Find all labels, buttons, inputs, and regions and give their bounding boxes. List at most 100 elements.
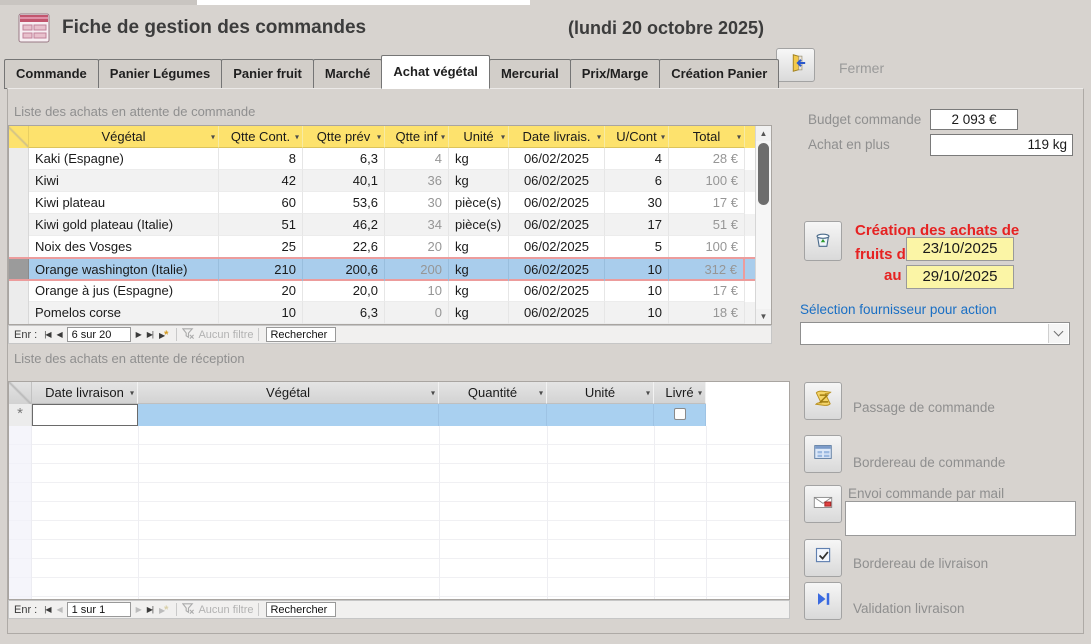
orders-cell[interactable]: 51 [219, 214, 303, 236]
tab-création-panier[interactable]: Création Panier [659, 59, 779, 89]
new-record-button[interactable]: ▶* [156, 604, 171, 616]
orders-column-header[interactable]: Qtte prév▾ [303, 126, 385, 148]
orders-cell[interactable]: 100 € [669, 170, 745, 192]
orders-cell[interactable]: 20 [219, 280, 303, 302]
orders-column-header[interactable]: Unité▾ [449, 126, 509, 148]
column-dropdown-arrow-icon[interactable]: ▾ [597, 132, 601, 141]
combobox-dropdown-button[interactable] [1048, 324, 1068, 343]
order-slip-button[interactable] [804, 435, 842, 473]
unite-cell[interactable] [547, 404, 654, 426]
record-position[interactable]: 1 sur 1 [67, 602, 131, 617]
first-record-button[interactable]: |◀ [41, 330, 53, 339]
orders-cell[interactable]: 06/02/2025 [509, 148, 605, 170]
orders-cell[interactable]: 5 [605, 236, 669, 258]
create-purchases-button[interactable] [804, 221, 842, 261]
orders-cell[interactable]: 06/02/2025 [509, 259, 605, 281]
orders-cell[interactable]: 6 [605, 170, 669, 192]
orders-cell[interactable]: 20,0 [303, 280, 385, 302]
row-selector[interactable] [9, 192, 29, 214]
new-record-button[interactable]: ▶* [156, 329, 171, 341]
next-record-button[interactable]: ▶ [133, 330, 144, 339]
orders-cell[interactable]: 200,6 [303, 259, 385, 281]
row-selector[interactable] [9, 236, 29, 258]
orders-cell[interactable]: 8 [219, 148, 303, 170]
row-selector[interactable] [9, 280, 29, 302]
orders-cell[interactable]: 17 € [669, 280, 745, 302]
orders-cell[interactable]: Noix des Vosges [29, 236, 219, 258]
last-record-button[interactable]: ▶| [144, 330, 156, 339]
orders-cell[interactable]: 42 [219, 170, 303, 192]
orders-cell[interactable]: 17 € [669, 192, 745, 214]
tab-commande[interactable]: Commande [4, 59, 99, 89]
orders-cell[interactable]: 18 € [669, 302, 745, 324]
orders-cell[interactable]: 06/02/2025 [509, 302, 605, 324]
orders-cell[interactable]: 6,3 [303, 148, 385, 170]
orders-cell[interactable]: 10 [605, 302, 669, 324]
last-record-button[interactable]: ▶| [144, 605, 156, 614]
extra-purchase-field[interactable]: 119 kg [930, 134, 1073, 156]
column-dropdown-arrow-icon[interactable]: ▾ [501, 132, 505, 141]
orders-cell[interactable]: 6,3 [303, 302, 385, 324]
orders-cell[interactable]: pièce(s) [449, 192, 509, 214]
orders-cell[interactable]: 210 [219, 259, 303, 281]
orders-cell[interactable]: 10 [385, 280, 449, 302]
orders-cell[interactable]: 10 [605, 280, 669, 302]
orders-row[interactable]: Pomelos corse106,30kg06/02/20251018 € [9, 302, 755, 324]
record-position[interactable]: 6 sur 20 [67, 327, 131, 342]
orders-cell[interactable]: Pomelos corse [29, 302, 219, 324]
tab-achat-végétal[interactable]: Achat végétal [381, 55, 490, 89]
orders-cell[interactable]: kg [449, 148, 509, 170]
orders-cell[interactable]: 30 [385, 192, 449, 214]
orders-column-header[interactable]: Qtte Cont.▾ [219, 126, 303, 148]
reception-new-row[interactable]: * [9, 404, 706, 426]
reception-column-header[interactable]: Quantité▾ [439, 382, 547, 404]
orders-cell[interactable]: kg [449, 236, 509, 258]
orders-row[interactable]: Orange à jus (Espagne)2020,010kg06/02/20… [9, 280, 755, 302]
delivery-validation-button[interactable] [804, 582, 842, 620]
previous-record-button[interactable]: ◀ [53, 330, 64, 339]
reception-column-header[interactable]: Date livraison▾ [32, 382, 138, 404]
column-dropdown-arrow-icon[interactable]: ▾ [295, 132, 299, 141]
orders-cell[interactable]: 51 € [669, 214, 745, 236]
orders-row[interactable]: Kiwi4240,136kg06/02/20256100 € [9, 170, 755, 192]
orders-column-header[interactable]: Total▾ [669, 126, 745, 148]
column-dropdown-arrow-icon[interactable]: ▾ [441, 132, 445, 141]
orders-cell[interactable]: Kiwi gold plateau (Italie) [29, 214, 219, 236]
date-to-field[interactable]: 29/10/2025 [906, 265, 1014, 289]
orders-cell[interactable]: 06/02/2025 [509, 170, 605, 192]
orders-cell[interactable]: Orange washington (Italie) [29, 259, 219, 281]
scroll-thumb[interactable] [758, 143, 769, 205]
orders-cell[interactable]: 06/02/2025 [509, 236, 605, 258]
orders-cell[interactable]: 22,6 [303, 236, 385, 258]
reception-column-header[interactable]: Végétal▾ [138, 382, 439, 404]
record-search-input[interactable] [266, 327, 336, 342]
supplier-combobox[interactable] [800, 322, 1070, 345]
orders-column-header[interactable]: Date livrais.▾ [509, 126, 605, 148]
column-dropdown-arrow-icon[interactable]: ▾ [737, 132, 741, 141]
orders-cell[interactable]: 28 € [669, 148, 745, 170]
orders-cell[interactable]: 06/02/2025 [509, 192, 605, 214]
orders-cell[interactable]: kg [449, 280, 509, 302]
orders-cell[interactable]: Kaki (Espagne) [29, 148, 219, 170]
orders-cell[interactable]: 0 [385, 302, 449, 324]
column-dropdown-arrow-icon[interactable]: ▾ [661, 132, 665, 141]
orders-cell[interactable]: 40,1 [303, 170, 385, 192]
budget-value-field[interactable]: 2 093 € [930, 109, 1018, 130]
orders-vertical-scrollbar[interactable]: ▲ ▼ [755, 126, 771, 324]
column-dropdown-arrow-icon[interactable]: ▾ [377, 132, 381, 141]
date-livraison-cell[interactable] [32, 404, 138, 426]
delivery-slip-button[interactable] [804, 539, 842, 577]
row-selector[interactable] [9, 302, 29, 324]
next-record-button[interactable]: ▶ [133, 605, 144, 614]
mail-address-input[interactable] [845, 501, 1076, 536]
order-placement-button[interactable] [804, 382, 842, 420]
date-from-field[interactable]: 23/10/2025 [906, 237, 1014, 261]
orders-cell[interactable]: Orange à jus (Espagne) [29, 280, 219, 302]
reception-column-header[interactable]: Livré▾ [654, 382, 706, 404]
orders-cell[interactable]: 100 € [669, 236, 745, 258]
orders-cell[interactable]: 10 [219, 302, 303, 324]
column-dropdown-arrow-icon[interactable]: ▾ [431, 388, 435, 397]
vegetal-cell[interactable] [138, 404, 439, 426]
column-dropdown-arrow-icon[interactable]: ▾ [130, 388, 134, 397]
first-record-button[interactable]: |◀ [41, 605, 53, 614]
